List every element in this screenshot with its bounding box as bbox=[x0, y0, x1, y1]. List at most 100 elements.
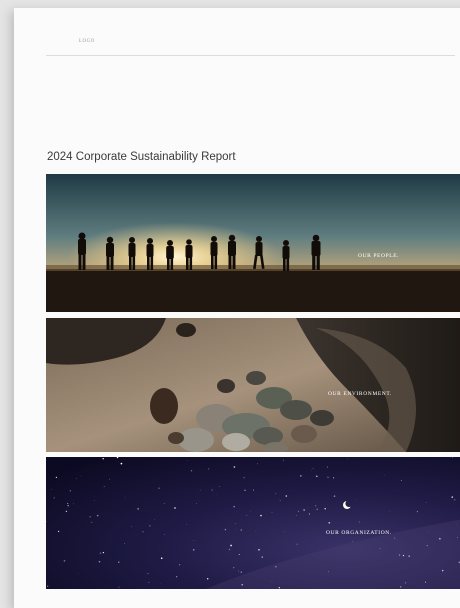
star bbox=[328, 522, 330, 524]
star bbox=[328, 571, 329, 572]
star bbox=[164, 534, 165, 535]
star bbox=[158, 487, 159, 488]
star bbox=[258, 549, 260, 551]
star bbox=[256, 531, 257, 532]
star bbox=[454, 499, 455, 500]
star bbox=[316, 475, 318, 477]
star bbox=[311, 470, 312, 471]
star bbox=[240, 529, 242, 531]
star bbox=[284, 532, 285, 533]
star bbox=[207, 578, 208, 579]
star bbox=[137, 508, 138, 509]
star bbox=[186, 524, 187, 525]
star bbox=[315, 505, 316, 506]
star bbox=[401, 480, 402, 481]
star bbox=[193, 549, 194, 550]
star bbox=[56, 477, 57, 478]
star bbox=[253, 490, 254, 491]
star bbox=[174, 507, 176, 509]
star bbox=[238, 570, 239, 571]
star bbox=[191, 470, 192, 471]
star bbox=[131, 526, 132, 527]
star bbox=[426, 502, 427, 503]
star bbox=[118, 562, 119, 563]
star bbox=[403, 555, 404, 556]
star bbox=[100, 552, 102, 554]
star bbox=[353, 541, 354, 542]
star bbox=[283, 460, 284, 461]
star bbox=[66, 511, 67, 512]
star bbox=[193, 540, 194, 541]
star bbox=[67, 503, 68, 504]
star bbox=[307, 507, 308, 508]
star bbox=[279, 587, 280, 588]
star bbox=[280, 500, 281, 501]
star bbox=[142, 531, 143, 532]
star bbox=[275, 493, 276, 494]
star bbox=[246, 515, 247, 516]
section-caption-organization: OUR ORGANIZATION. bbox=[326, 530, 392, 536]
star bbox=[327, 467, 328, 468]
star bbox=[405, 582, 406, 583]
star bbox=[316, 509, 318, 511]
star bbox=[272, 581, 273, 582]
star bbox=[457, 537, 458, 538]
star bbox=[275, 566, 277, 568]
star bbox=[394, 538, 395, 539]
star bbox=[118, 462, 119, 463]
star bbox=[262, 556, 263, 557]
star bbox=[389, 511, 390, 512]
section-banner-environment: OUR ENVIRONMENT. bbox=[46, 318, 460, 452]
star bbox=[309, 513, 310, 514]
star bbox=[298, 511, 299, 512]
star bbox=[409, 556, 410, 557]
star bbox=[313, 468, 314, 469]
star bbox=[427, 545, 428, 546]
star bbox=[324, 508, 325, 509]
star bbox=[234, 466, 236, 468]
star bbox=[425, 582, 426, 583]
star bbox=[149, 582, 150, 583]
star bbox=[384, 475, 385, 476]
star bbox=[439, 538, 441, 540]
star bbox=[229, 549, 230, 550]
star bbox=[359, 522, 360, 523]
night-sky-image bbox=[46, 457, 460, 589]
star bbox=[296, 544, 297, 545]
star bbox=[52, 489, 53, 490]
star bbox=[124, 543, 125, 544]
star bbox=[241, 584, 243, 586]
star bbox=[400, 586, 401, 587]
report-cover-page: LOGO 2024 Corporate Sustainability Repor… bbox=[14, 8, 460, 608]
star bbox=[380, 548, 381, 549]
star bbox=[176, 576, 177, 577]
star bbox=[303, 509, 304, 510]
star bbox=[54, 497, 55, 498]
star bbox=[451, 496, 453, 498]
star bbox=[47, 586, 48, 587]
sunset-people-image bbox=[46, 174, 460, 312]
star bbox=[118, 587, 119, 588]
star bbox=[219, 486, 220, 487]
star bbox=[104, 486, 105, 487]
section-caption-people: OUR PEOPLE. bbox=[358, 253, 399, 259]
star bbox=[109, 479, 110, 480]
star bbox=[234, 506, 235, 507]
star bbox=[164, 503, 165, 504]
star bbox=[230, 545, 232, 547]
section-banner-organization: OUR ORGANIZATION. bbox=[46, 457, 460, 589]
star bbox=[286, 495, 288, 497]
star bbox=[327, 477, 328, 478]
section-caption-environment: OUR ENVIRONMENT. bbox=[328, 391, 392, 397]
star bbox=[225, 529, 226, 530]
star bbox=[208, 468, 209, 469]
star bbox=[428, 532, 429, 533]
star bbox=[94, 500, 95, 501]
star bbox=[89, 516, 90, 517]
header-divider bbox=[46, 55, 455, 56]
star bbox=[121, 463, 123, 465]
star bbox=[257, 464, 258, 465]
star bbox=[70, 490, 71, 491]
star bbox=[79, 573, 80, 574]
star bbox=[296, 515, 297, 516]
